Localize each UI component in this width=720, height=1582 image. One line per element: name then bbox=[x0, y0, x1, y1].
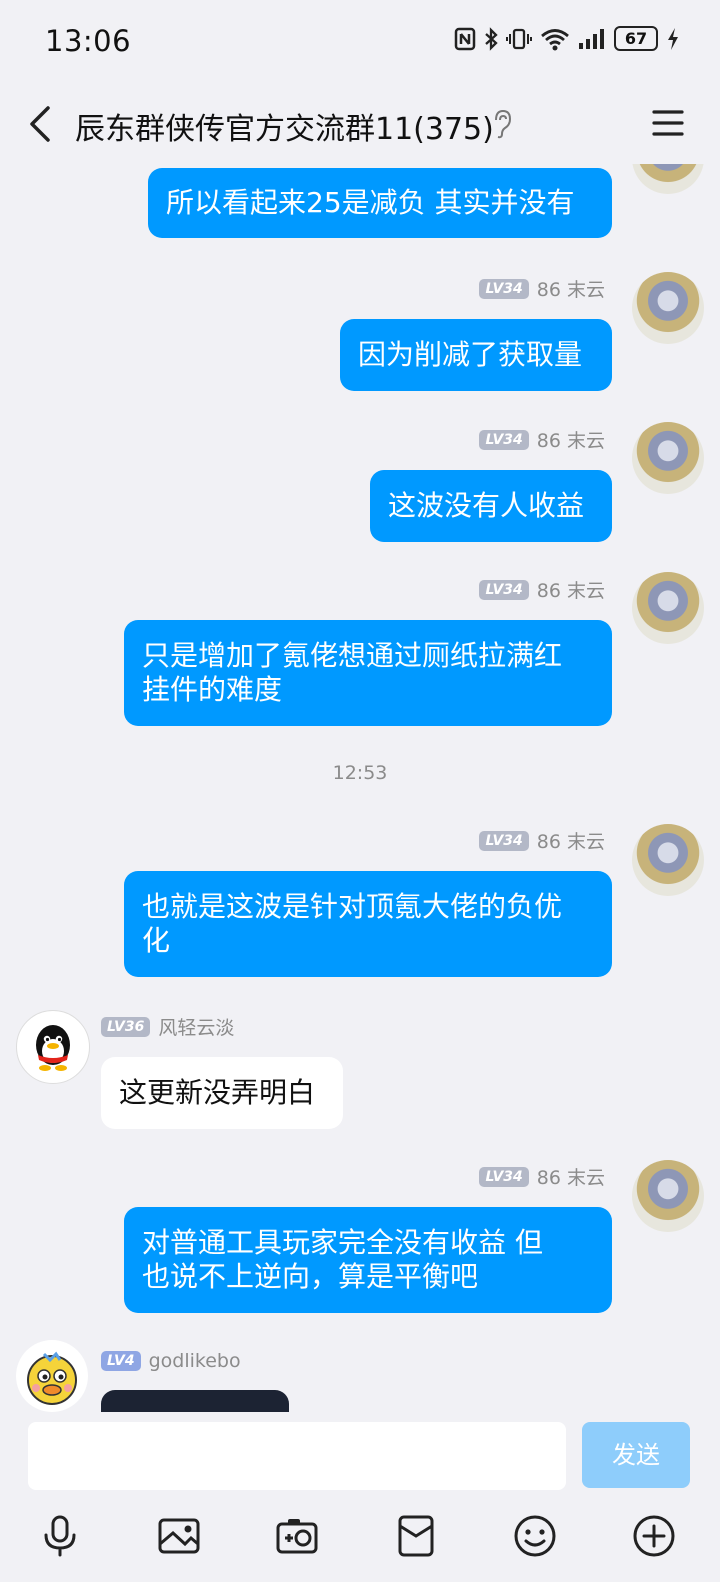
status-icons: 67 bbox=[454, 26, 680, 51]
avatar[interactable] bbox=[632, 824, 704, 896]
level-badge: LV4 bbox=[101, 1351, 141, 1371]
send-button[interactable]: 发送 bbox=[582, 1422, 690, 1488]
mic-icon bbox=[44, 1515, 76, 1557]
message-text: 这更新没弄明白 bbox=[119, 1076, 316, 1109]
chat-title: 辰东群侠传官方交流群11(375) bbox=[75, 112, 494, 147]
message-bubble[interactable]: 因为削减了获取量 bbox=[340, 319, 612, 391]
message-text: 这波没有人收益 bbox=[388, 489, 585, 522]
level-badge: LV34 bbox=[479, 278, 529, 299]
duck-icon bbox=[27, 1351, 77, 1405]
signal-icon bbox=[579, 28, 604, 49]
message-text-line: 对普通工具玩家完全没有收益 但 bbox=[142, 1226, 543, 1259]
chat-messages[interactable]: 所以看起来25是减负 其实并没有 LV34 86 末云 因为削减了获取量 LV3… bbox=[0, 164, 720, 1422]
sender-meta: LV34 86 末云 bbox=[479, 275, 605, 302]
message-bubble[interactable]: 对普通工具玩家完全没有收益 但 也说不上逆向，算是平衡吧 bbox=[124, 1207, 612, 1313]
camera-icon bbox=[276, 1519, 318, 1554]
message-text: 因为削减了获取量 bbox=[358, 338, 583, 371]
bluetooth-icon bbox=[485, 26, 498, 51]
sender-meta: LV34 86 末云 bbox=[479, 1163, 605, 1190]
level-badge: LV34 bbox=[479, 1166, 529, 1187]
menu-icon[interactable] bbox=[652, 108, 684, 138]
battery-icon: 67 bbox=[614, 26, 658, 51]
avatar[interactable] bbox=[632, 572, 704, 644]
toolbar bbox=[0, 1512, 720, 1568]
input-bar: 发送 bbox=[0, 1412, 720, 1582]
message-text-line: 挂件的难度 bbox=[142, 673, 283, 706]
red-packet-icon bbox=[398, 1515, 434, 1557]
back-icon[interactable] bbox=[22, 102, 58, 146]
sender-meta: LV36 风轻云淡 bbox=[101, 1013, 234, 1040]
wifi-icon bbox=[541, 28, 569, 50]
sender-name: 86 末云 bbox=[536, 580, 605, 602]
sender-name: 86 末云 bbox=[536, 430, 605, 452]
status-time: 13:06 bbox=[45, 24, 132, 58]
penguin-icon bbox=[36, 1025, 70, 1071]
plus-button[interactable] bbox=[630, 1512, 678, 1560]
message-text-line: 化 bbox=[142, 924, 171, 957]
avatar[interactable] bbox=[16, 1340, 88, 1412]
message-bubble[interactable]: 这更新没弄明白 bbox=[101, 1057, 343, 1129]
message-text-line: 也就是这波是针对顶氪大佬的负优 bbox=[142, 890, 563, 923]
sender-meta: LV4 godlikebo bbox=[101, 1350, 241, 1372]
sender-name: 86 末云 bbox=[536, 279, 605, 301]
sender-meta: LV34 86 末云 bbox=[479, 827, 605, 854]
emoji-icon bbox=[514, 1515, 556, 1557]
level-badge: LV36 bbox=[101, 1016, 151, 1037]
ear-icon[interactable] bbox=[492, 108, 512, 140]
emoji-button[interactable] bbox=[511, 1512, 559, 1560]
level-badge: LV34 bbox=[479, 830, 529, 851]
sender-name: 86 末云 bbox=[536, 1167, 605, 1189]
level-badge: LV34 bbox=[479, 429, 529, 450]
level-badge: LV34 bbox=[479, 579, 529, 600]
sender-meta: LV34 86 末云 bbox=[479, 426, 605, 453]
message-text: 所以看起来25是减负 其实并没有 bbox=[166, 186, 575, 219]
sender-name: godlikebo bbox=[148, 1350, 241, 1372]
avatar[interactable] bbox=[632, 164, 704, 194]
message-text-line: 也说不上逆向，算是平衡吧 bbox=[142, 1260, 479, 1293]
avatar[interactable] bbox=[632, 272, 704, 344]
mic-button[interactable] bbox=[36, 1512, 84, 1560]
plus-icon bbox=[633, 1515, 675, 1557]
message-input[interactable] bbox=[28, 1422, 566, 1490]
sender-meta: LV34 86 末云 bbox=[479, 576, 605, 603]
nfc-icon bbox=[454, 27, 476, 50]
status-bar: 13:06 67 bbox=[0, 0, 720, 84]
message-bubble[interactable]: 也就是这波是针对顶氪大佬的负优 化 bbox=[124, 871, 612, 977]
avatar[interactable] bbox=[16, 1010, 90, 1084]
message-bubble[interactable]: 这波没有人收益 bbox=[370, 470, 612, 542]
timestamp: 12:53 bbox=[332, 762, 388, 784]
image-icon bbox=[158, 1518, 200, 1554]
avatar[interactable] bbox=[632, 1160, 704, 1232]
sender-name: 风轻云淡 bbox=[158, 1017, 235, 1039]
message-bubble[interactable]: 所以看起来25是减负 其实并没有 bbox=[148, 168, 612, 238]
message-bubble[interactable]: 只是增加了氪佬想通过厕纸拉满红 挂件的难度 bbox=[124, 620, 612, 726]
charging-icon bbox=[668, 27, 678, 50]
vibrate-icon bbox=[506, 28, 532, 49]
red-packet-button[interactable] bbox=[392, 1512, 440, 1560]
image-button[interactable] bbox=[155, 1512, 203, 1560]
message-text-line: 只是增加了氪佬想通过厕纸拉满红 bbox=[142, 639, 563, 672]
sender-name: 86 末云 bbox=[536, 831, 605, 853]
avatar[interactable] bbox=[632, 422, 704, 494]
camera-button[interactable] bbox=[273, 1512, 321, 1560]
chat-header: 辰东群侠传官方交流群11(375) bbox=[0, 84, 720, 164]
